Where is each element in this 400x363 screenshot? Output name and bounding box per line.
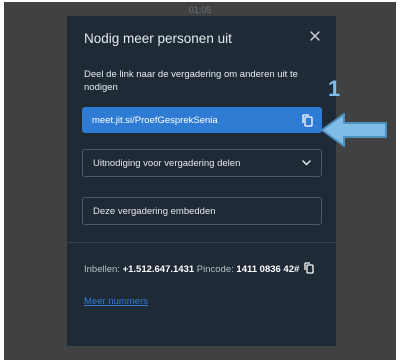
copy-icon[interactable]: [304, 262, 314, 274]
chevron-down-icon: [302, 160, 311, 166]
invite-description: Deel de link naar de vergadering om ande…: [84, 69, 298, 93]
embed-meeting-button[interactable]: Deze vergadering embedden: [82, 197, 322, 225]
share-invite-label: Uitnodiging voor vergadering delen: [93, 157, 241, 169]
copy-icon[interactable]: [302, 113, 313, 127]
pin-code: 1411 0836 42#: [236, 264, 300, 275]
invite-dialog: Nodig meer personen uit Deel de link naa…: [67, 16, 336, 346]
close-icon: [310, 31, 320, 41]
pin-label: Pincode:: [194, 264, 237, 275]
dialog-title: Nodig meer personen uit: [84, 31, 232, 46]
annotation-step-number: 1: [328, 76, 341, 101]
share-invite-select[interactable]: Uitnodiging voor vergadering delen: [82, 149, 322, 177]
dial-in-prefix: Inbellen:: [84, 264, 123, 275]
embed-meeting-label: Deze vergadering embedden: [93, 205, 216, 217]
dial-in-number: +1.512.647.1431: [122, 264, 195, 275]
close-button[interactable]: [307, 28, 323, 44]
meeting-link-copy-field[interactable]: meet.jit.si/ProefGesprekSenia: [82, 107, 322, 133]
dial-in-info: Inbellen: +1.512.647.1431 Pincode: 1411 …: [84, 262, 324, 277]
annotation-arrow-icon: [321, 113, 387, 147]
meeting-timer: 01:05: [188, 5, 212, 15]
more-numbers-link[interactable]: Meer nummers: [84, 296, 148, 307]
meeting-link-text: meet.jit.si/ProefGesprekSenia: [92, 114, 218, 126]
divider: [67, 242, 336, 243]
